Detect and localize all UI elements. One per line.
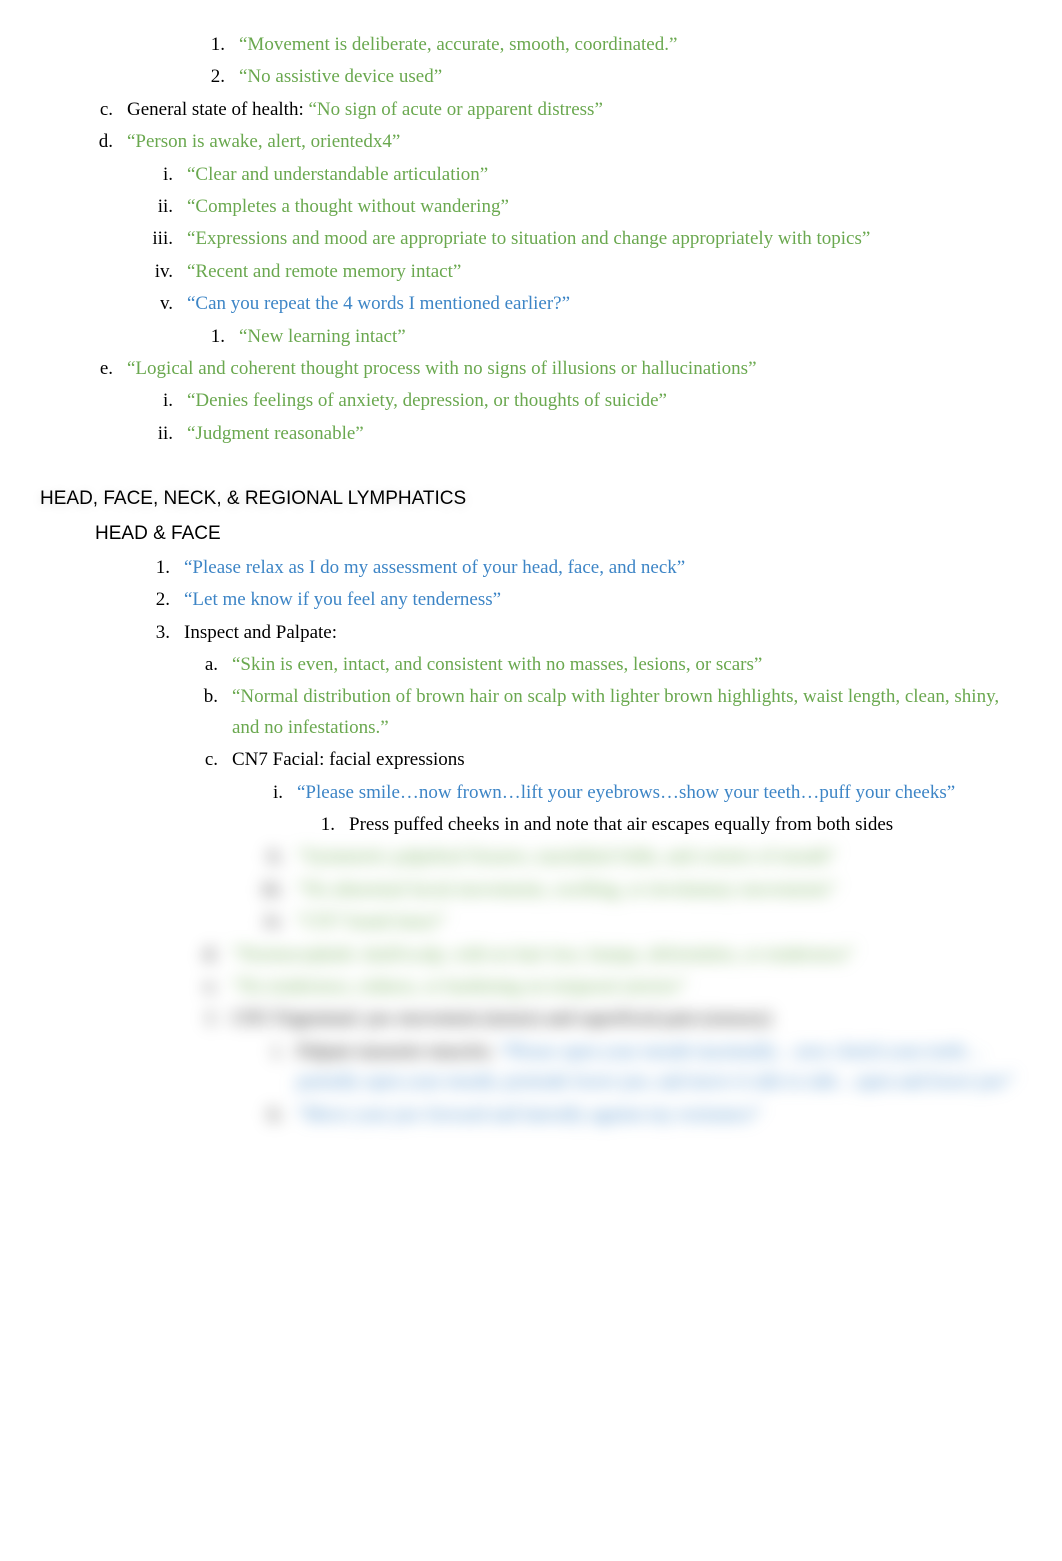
- list-marker: iv.: [255, 907, 283, 937]
- list-item: d. “Normocephalic skull/scalp, with no h…: [40, 940, 1022, 970]
- list-marker: e.: [95, 354, 113, 384]
- list-text: “CN7 found intact”: [297, 907, 1022, 937]
- list-text: “Move your jaw forward and laterally aga…: [297, 1100, 1022, 1130]
- list-marker: c.: [200, 745, 218, 775]
- list-marker: a.: [200, 650, 218, 680]
- list-text: “Recent and remote memory intact”: [187, 257, 1022, 287]
- list-item: d. “Person is awake, alert, orientedx4”: [40, 127, 1022, 157]
- list-text: “No abnormal facial movements, swelling,…: [297, 875, 1022, 905]
- list-item: i. “Clear and understandable articulatio…: [40, 160, 1022, 190]
- list-marker: 1.: [310, 810, 335, 840]
- list-marker: c.: [95, 95, 113, 125]
- list-item: 1. “Please relax as I do my assessment o…: [40, 553, 1022, 583]
- list-marker: i.: [255, 778, 283, 808]
- list-item: 1. “Movement is deliberate, accurate, sm…: [40, 30, 1022, 60]
- list-text: “Person is awake, alert, orientedx4”: [127, 127, 1022, 157]
- list-marker: 1.: [145, 553, 170, 583]
- label: Palpate masseter muscles.: [297, 1041, 500, 1062]
- list-marker: ii.: [255, 842, 283, 872]
- list-item: 2. “Let me know if you feel any tenderne…: [40, 585, 1022, 615]
- list-text: “Let me know if you feel any tenderness”: [184, 585, 1022, 615]
- list-text: “Clear and understandable articulation”: [187, 160, 1022, 190]
- list-marker: v.: [145, 289, 173, 319]
- list-item: ii. “Judgment reasonable”: [40, 419, 1022, 449]
- list-text: “Completes a thought without wandering”: [187, 192, 1022, 222]
- list-text: “Movement is deliberate, accurate, smoot…: [239, 30, 1022, 60]
- list-text: “New learning intact”: [239, 322, 1022, 352]
- list-marker: ii.: [255, 1100, 283, 1130]
- list-text: “Please smile…now frown…lift your eyebro…: [297, 778, 1022, 808]
- list-item: iv. “Recent and remote memory intact”: [40, 257, 1022, 287]
- list-marker: d.: [95, 127, 113, 157]
- list-marker: i.: [255, 1037, 283, 1067]
- list-marker: f.: [200, 1004, 218, 1034]
- list-item: 1. “New learning intact”: [40, 322, 1022, 352]
- list-item: e. “Logical and coherent thought process…: [40, 354, 1022, 384]
- list-marker: iii.: [145, 224, 173, 254]
- list-marker: 1.: [200, 322, 225, 352]
- list-item: v. “Can you repeat the 4 words I mention…: [40, 289, 1022, 319]
- list-marker: i.: [145, 386, 173, 416]
- list-text: “Normocephalic skull/scalp, with no hair…: [232, 940, 1022, 970]
- list-text: “Judgment reasonable”: [187, 419, 1022, 449]
- list-item: i. “Denies feelings of anxiety, depressi…: [40, 386, 1022, 416]
- list-item: ii. “Symmetric palpebral fissures, nasol…: [40, 842, 1022, 872]
- list-text: “Denies feelings of anxiety, depression,…: [187, 386, 1022, 416]
- list-text: “Symmetric palpebral fissures, nasolabia…: [297, 842, 1022, 872]
- list-item: 3. Inspect and Palpate:: [40, 618, 1022, 648]
- sub-heading: HEAD & FACE: [40, 519, 1022, 549]
- list-item: c. CN7 Facial: facial expressions: [40, 745, 1022, 775]
- list-text: “Skin is even, intact, and consistent wi…: [232, 650, 1022, 680]
- list-marker: i.: [145, 160, 173, 190]
- section-heading: HEAD, FACE, NECK, & REGIONAL LYMPHATICS: [40, 484, 1022, 514]
- list-item: iii. “Expressions and mood are appropria…: [40, 224, 1022, 254]
- blurred-content: ii. “Symmetric palpebral fissures, nasol…: [40, 842, 1022, 1130]
- list-marker: iv.: [145, 257, 173, 287]
- list-item: i. Palpate masseter muscles. “Please ope…: [40, 1037, 1022, 1098]
- list-text: “Normal distribution of brown hair on sc…: [232, 682, 1022, 743]
- list-text: “Can you repeat the 4 words I mentioned …: [187, 289, 1022, 319]
- list-item: iii. “No abnormal facial movements, swel…: [40, 875, 1022, 905]
- list-item: i. “Please smile…now frown…lift your eye…: [40, 778, 1022, 808]
- list-text: General state of health: “No sign of acu…: [127, 95, 1022, 125]
- list-text: CN5 Trigeminal: jaw movement (motor) and…: [232, 1004, 1022, 1034]
- value: “No sign of acute or apparent distress”: [308, 99, 602, 120]
- list-item: ii. “Move your jaw forward and laterally…: [40, 1100, 1022, 1130]
- list-marker: 1.: [200, 30, 225, 60]
- list-text: Press puffed cheeks in and note that air…: [349, 810, 1022, 840]
- list-item: e. “No tenderness, redness, or hardening…: [40, 972, 1022, 1002]
- list-item: a. “Skin is even, intact, and consistent…: [40, 650, 1022, 680]
- list-item: c. General state of health: “No sign of …: [40, 95, 1022, 125]
- list-item: ii. “Completes a thought without wanderi…: [40, 192, 1022, 222]
- list-item: f. CN5 Trigeminal: jaw movement (motor) …: [40, 1004, 1022, 1034]
- list-text: “No tenderness, redness, or hardening on…: [232, 972, 1022, 1002]
- list-text: “Expressions and mood are appropriate to…: [187, 224, 1022, 254]
- list-item: 1. Press puffed cheeks in and note that …: [40, 810, 1022, 840]
- list-marker: ii.: [145, 192, 173, 222]
- list-marker: 3.: [145, 618, 170, 648]
- list-text: “Logical and coherent thought process wi…: [127, 354, 1022, 384]
- list-text: “Please relax as I do my assessment of y…: [184, 553, 1022, 583]
- label: General state of health:: [127, 99, 308, 120]
- list-marker: 2.: [200, 62, 225, 92]
- list-marker: b.: [200, 682, 218, 712]
- list-item: 2. “No assistive device used”: [40, 62, 1022, 92]
- list-item: b. “Normal distribution of brown hair on…: [40, 682, 1022, 743]
- list-marker: d.: [200, 940, 218, 970]
- list-text: “No assistive device used”: [239, 62, 1022, 92]
- list-marker: e.: [200, 972, 218, 1002]
- list-marker: ii.: [145, 419, 173, 449]
- list-text: Inspect and Palpate:: [184, 618, 1022, 648]
- list-marker: 2.: [145, 585, 170, 615]
- list-text: CN7 Facial: facial expressions: [232, 745, 1022, 775]
- list-text: Palpate masseter muscles. “Please open y…: [297, 1037, 1022, 1098]
- list-marker: iii.: [255, 875, 283, 905]
- list-item: iv. “CN7 found intact”: [40, 907, 1022, 937]
